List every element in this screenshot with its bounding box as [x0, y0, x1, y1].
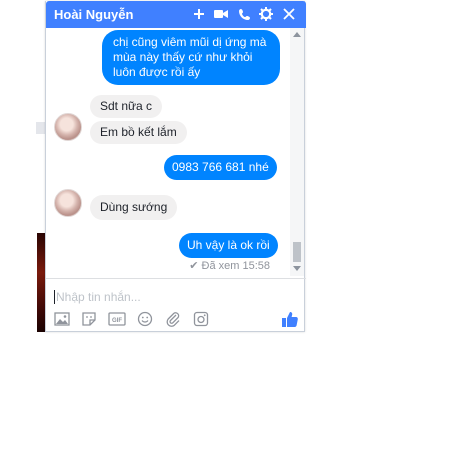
chat-header[interactable]: Hoài Nguyễn: [46, 1, 306, 28]
message-bubble-outgoing: 0983 766 681 nhé: [164, 155, 277, 180]
avatar[interactable]: [54, 189, 82, 217]
message-bubble-incoming: Dùng sướng: [90, 195, 178, 220]
scrollbar[interactable]: [290, 28, 304, 276]
like-icon[interactable]: [280, 309, 300, 329]
message-bubble-incoming: Sdt nữa c: [90, 95, 163, 118]
message-input[interactable]: Nhập tin nhắn...: [54, 290, 141, 304]
background-page: [0, 0, 46, 332]
scrollbar-thumb[interactable]: [293, 242, 301, 262]
message-list[interactable]: chị cũng viêm mũi dị ứng mà mùa này thấy…: [46, 28, 292, 276]
chat-title[interactable]: Hoài Nguyễn: [54, 7, 133, 22]
camera-icon[interactable]: [192, 311, 210, 327]
composer: Nhập tin nhắn... GIF: [46, 278, 306, 332]
screen: Hoài Nguyễn chị cũng viêm mũi dị ứng mà …: [0, 0, 463, 463]
close-icon[interactable]: [281, 6, 297, 22]
sticker-icon[interactable]: [80, 311, 98, 327]
gif-icon[interactable]: GIF: [108, 311, 126, 327]
avatar[interactable]: [54, 113, 82, 141]
chat-window: Hoài Nguyễn chị cũng viêm mũi dị ứng mà …: [45, 1, 306, 332]
scroll-up-icon[interactable]: [293, 32, 301, 37]
svg-text:GIF: GIF: [112, 318, 122, 324]
seen-status-text: Đã xem 15:58: [201, 260, 270, 272]
plus-icon[interactable]: [191, 6, 207, 22]
gear-icon[interactable]: [258, 6, 274, 22]
message-bubble-outgoing: chị cũng viêm mũi dị ứng mà mùa này thấy…: [102, 30, 280, 85]
emoji-icon[interactable]: [136, 311, 154, 327]
video-icon[interactable]: [213, 6, 229, 22]
seen-status: ✔ Đã xem 15:58: [189, 259, 270, 272]
message-bubble-outgoing: Uh vậy là ok rồi: [179, 233, 278, 258]
phone-icon[interactable]: [236, 6, 252, 22]
attachment-icon[interactable]: [164, 311, 182, 327]
message-bubble-incoming: Em bồ kết lắm: [90, 121, 187, 144]
scroll-down-icon[interactable]: [293, 266, 301, 271]
photo-icon[interactable]: [53, 311, 71, 327]
check-icon: ✔: [189, 260, 199, 272]
